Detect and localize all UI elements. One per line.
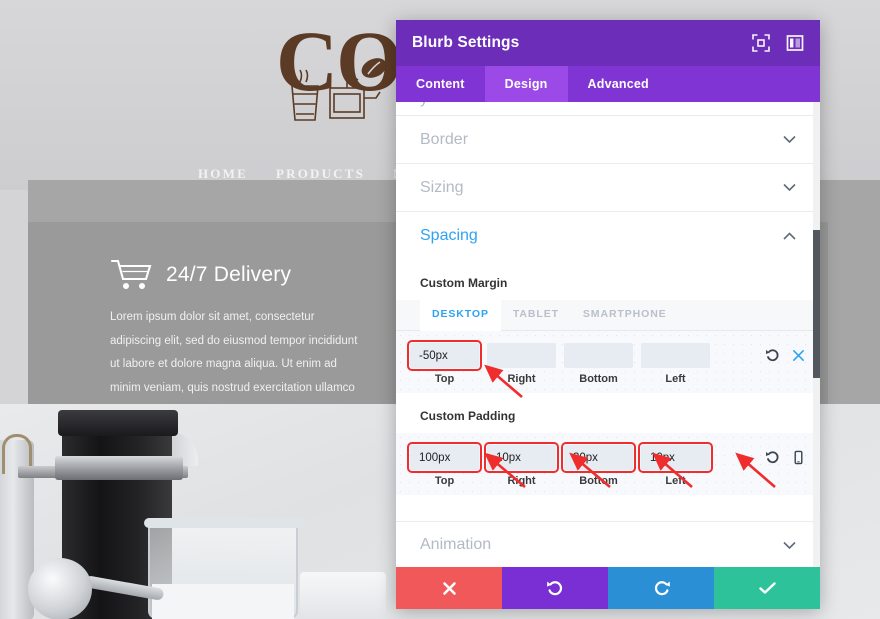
margin-top-cell[interactable]: -50px Top [407, 340, 482, 385]
margin-left-caption: Left [665, 373, 686, 385]
partial-section-above: y [396, 102, 820, 116]
device-tab-smartphone[interactable]: SMARTPHONE [571, 300, 679, 330]
margin-bottom-caption: Bottom [579, 373, 618, 385]
margin-bottom-cell[interactable]: Bottom [564, 343, 633, 385]
shopping-cart-icon [110, 259, 152, 289]
margin-top-caption: Top [434, 373, 455, 385]
margin-left-input[interactable] [641, 343, 710, 368]
blurb-header: 24/7 Delivery [110, 258, 410, 292]
custom-padding-row: 100px Top 10px Right 30px Bottom 10px Le… [396, 433, 820, 495]
fullscreen-icon[interactable] [752, 34, 770, 52]
padding-right-cell[interactable]: 10px Right [484, 442, 559, 487]
modal-scrollbar-thumb[interactable] [813, 230, 820, 378]
chevron-up-icon [783, 231, 796, 240]
redo-button[interactable] [608, 567, 714, 609]
margin-top-input[interactable]: -50px [407, 340, 482, 371]
undo-icon [546, 580, 562, 595]
section-animation-label: Animation [420, 536, 492, 553]
layout-panel-icon[interactable] [786, 34, 804, 52]
margin-right-caption: Right [507, 373, 536, 385]
device-tab-desktop[interactable]: DESKTOP [420, 300, 501, 331]
modal-tabs[interactable]: Content Design Advanced [396, 66, 820, 102]
chevron-down-icon [783, 541, 796, 549]
margin-left-cell[interactable]: Left [641, 343, 710, 385]
custom-margin-row: -50px Top Right Bottom Left [396, 331, 820, 393]
padding-top-cell[interactable]: 100px Top [407, 442, 482, 487]
padding-left-input[interactable]: 10px [638, 442, 713, 473]
custom-margin-label: Custom Margin [420, 276, 508, 290]
check-icon [758, 582, 776, 594]
padding-right-input[interactable]: 10px [484, 442, 559, 473]
blurb-settings-modal[interactable]: Blurb Settings Content Design Advanced B… [396, 20, 820, 609]
reset-icon[interactable] [765, 347, 780, 364]
tab-advanced[interactable]: Advanced [568, 66, 669, 102]
mobile-device-icon[interactable] [791, 449, 806, 466]
custom-padding-label: Custom Padding [420, 409, 516, 423]
cancel-button[interactable] [396, 567, 502, 609]
section-animation[interactable]: Animation [396, 521, 820, 567]
modal-title: Blurb Settings [412, 34, 520, 51]
modal-header-actions[interactable] [752, 34, 804, 52]
chevron-down-icon [783, 135, 796, 144]
padding-top-input[interactable]: 100px [407, 442, 482, 473]
margin-device-tabs[interactable]: DESKTOP TABLET SMARTPHONE [396, 300, 820, 331]
coffee-cup-and-grinder-illustration [291, 58, 387, 121]
padding-top-caption: Top [434, 475, 455, 487]
reset-icon[interactable] [765, 449, 780, 466]
margin-bottom-input[interactable] [564, 343, 633, 368]
save-button[interactable] [714, 567, 820, 609]
blurb-title: 24/7 Delivery [166, 263, 292, 286]
section-border[interactable]: Border [396, 116, 820, 164]
redo-icon [654, 580, 670, 595]
section-sizing[interactable]: Sizing [396, 164, 820, 212]
device-tab-tablet[interactable]: TABLET [501, 300, 571, 330]
close-icon [442, 581, 456, 595]
section-spacing-label: Spacing [420, 227, 478, 244]
section-spacing[interactable]: Spacing [396, 212, 820, 260]
tab-design[interactable]: Design [484, 66, 568, 102]
modal-footer[interactable] [396, 567, 820, 609]
modal-body: y Border Sizing Spacing [396, 102, 820, 567]
tab-content[interactable]: Content [396, 66, 485, 102]
margin-right-input[interactable] [487, 343, 556, 368]
padding-right-caption: Right [507, 475, 536, 487]
close-icon[interactable] [791, 347, 806, 364]
margin-right-cell[interactable]: Right [487, 343, 556, 385]
modal-scroll-content: y Border Sizing Spacing [396, 102, 820, 567]
padding-bottom-input[interactable]: 30px [561, 442, 636, 473]
blurb-module[interactable]: 24/7 Delivery Lorem ipsum dolor sit amet… [110, 258, 410, 424]
section-border-label: Border [420, 130, 469, 148]
modal-scrollbar-track[interactable] [813, 102, 820, 567]
padding-left-cell[interactable]: 10px Left [638, 442, 713, 487]
padding-bottom-cell[interactable]: 30px Bottom [561, 442, 636, 487]
padding-bottom-caption: Bottom [579, 475, 618, 487]
chevron-down-icon [783, 183, 796, 192]
screenshot-root: CO HOME PRODUCTS MENU [0, 0, 880, 619]
padding-left-caption: Left [665, 475, 686, 487]
modal-header: Blurb Settings [396, 20, 820, 66]
section-sizing-label: Sizing [420, 178, 464, 196]
undo-button[interactable] [502, 567, 608, 609]
